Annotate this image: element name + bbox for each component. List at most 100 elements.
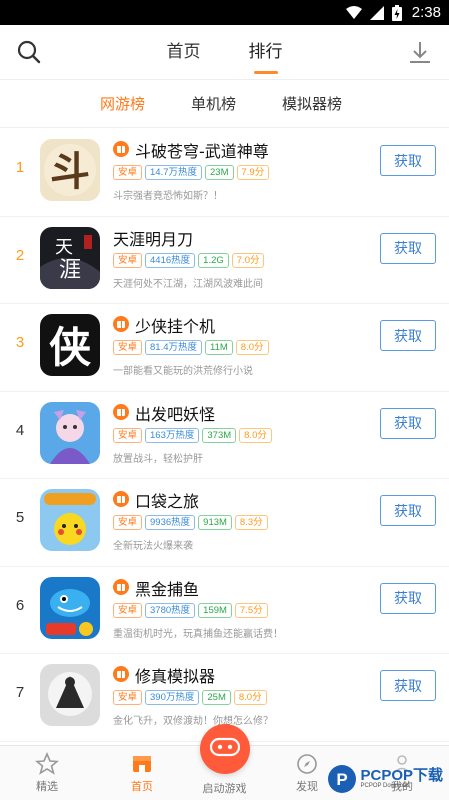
download-icon[interactable] xyxy=(407,39,433,65)
rank-number: 3 xyxy=(15,334,25,351)
xiuzhen-icon[interactable] xyxy=(40,664,100,726)
nav-featured[interactable]: 精选 xyxy=(17,751,77,794)
list-item[interactable]: 6 黑金捕鱼 安卓 3780热度 159M 7.5分 重温街机时光，玩真捕鱼还能… xyxy=(0,567,449,654)
game-title[interactable]: 斗破苍穹-武道神尊 xyxy=(135,138,269,162)
list-item[interactable]: 2 天涯 天涯明月刀 安卓 4416热度 1.2G 7.0分 天涯何处不江湖，江… xyxy=(0,217,449,304)
game-tags: 安卓 9936热度 913M 8.3分 xyxy=(113,515,268,530)
os-tag: 安卓 xyxy=(113,690,143,705)
score-tag: 7.0分 xyxy=(231,252,265,268)
game-desc: 放置战斗，轻松护肝 xyxy=(113,453,203,465)
status-time: 2:38 xyxy=(411,4,441,21)
nav-label: 发现 xyxy=(296,780,318,793)
game-desc: 重温街机时光，玩真捕鱼还能赢话费！ xyxy=(113,628,283,640)
svg-text:侠: 侠 xyxy=(49,323,92,372)
gift-icon xyxy=(113,316,129,332)
list-item[interactable]: 5 口袋之旅 安卓 9936热度 913M 8.3分 全新玩法火爆来袭 获取 xyxy=(0,479,449,567)
svg-text:天: 天 xyxy=(55,237,73,258)
compass-icon xyxy=(295,752,319,776)
signal-icon xyxy=(369,5,384,20)
get-button[interactable]: 获取 xyxy=(380,145,436,176)
xia-icon[interactable]: 侠 xyxy=(40,314,100,376)
score-tag: 8.0分 xyxy=(235,340,269,355)
nav-home[interactable]: 首页 xyxy=(112,752,172,794)
game-tags: 安卓 14.7万热度 23M 7.9分 xyxy=(113,165,270,180)
game-tags: 安卓 163万热度 373M 8.0分 xyxy=(113,427,272,443)
gift-icon xyxy=(113,666,129,682)
subtab-single[interactable]: 单机榜 xyxy=(191,93,236,114)
dou-icon[interactable]: 斗 xyxy=(40,139,100,201)
game-title[interactable]: 天涯明月刀 xyxy=(113,226,193,250)
score-tag: 8.0分 xyxy=(233,690,267,705)
game-title[interactable]: 修真模拟器 xyxy=(135,663,215,687)
get-button[interactable]: 获取 xyxy=(380,670,436,701)
top-nav: 首页 排行 xyxy=(0,25,449,80)
rank-number: 2 xyxy=(15,246,25,264)
game-desc: 金化飞升，双修渡劫！你想怎么修？ xyxy=(113,716,273,727)
size-tag: 23M xyxy=(205,165,234,180)
battery-icon xyxy=(391,4,402,21)
launch-game-button[interactable] xyxy=(199,724,250,774)
heat-tag: 163万热度 xyxy=(145,427,200,443)
rank-number: 6 xyxy=(15,596,25,614)
store-icon xyxy=(130,752,154,776)
gift-icon xyxy=(113,141,129,157)
launch-game-label: 启动游戏 xyxy=(202,782,247,795)
game-desc: 天涯何处不江湖，江湖风波难此间 xyxy=(113,278,263,290)
game-tags: 安卓 81.4万热度 11M 8.0分 xyxy=(113,340,269,355)
game-title[interactable]: 少侠挂个机 xyxy=(135,313,215,337)
gift-icon xyxy=(113,578,129,595)
list-item[interactable]: 3 侠 少侠挂个机 安卓 81.4万热度 11M 8.0分 一部能看又能玩的洪荒… xyxy=(0,304,449,392)
os-tag: 安卓 xyxy=(113,340,143,355)
rank-number: 1 xyxy=(15,159,25,176)
os-tag: 安卓 xyxy=(113,515,143,530)
game-title[interactable]: 黑金捕鱼 xyxy=(135,576,199,600)
get-button[interactable]: 获取 xyxy=(380,320,436,351)
game-tags: 安卓 390万热度 25M 8.0分 xyxy=(113,690,267,705)
get-button[interactable]: 获取 xyxy=(380,232,436,264)
gamepad-icon xyxy=(209,737,240,761)
tianya-icon[interactable]: 天涯 xyxy=(40,226,100,289)
fish-icon[interactable] xyxy=(40,576,100,639)
get-button[interactable]: 获取 xyxy=(380,495,436,526)
star-icon xyxy=(34,751,60,776)
gift-icon xyxy=(113,491,129,507)
tab-home[interactable]: 首页 xyxy=(167,25,201,80)
watermark-text: PCPOP下载 xyxy=(360,767,443,784)
score-tag: 7.9分 xyxy=(236,165,270,180)
os-tag: 安卓 xyxy=(113,602,143,618)
list-item[interactable]: 4 出发吧妖怪 安卓 163万热度 373M 8.0分 放置战斗，轻松护肝 获取 xyxy=(0,392,449,479)
size-tag: 373M xyxy=(202,427,237,443)
size-tag: 1.2G xyxy=(198,252,229,268)
game-desc: 全新玩法火爆来袭 xyxy=(113,541,193,552)
size-tag: 11M xyxy=(205,340,233,355)
ranking-list: 1 斗 斗破苍穹-武道神尊 安卓 14.7万热度 23M 7.9分 斗宗强者竟恐… xyxy=(0,129,449,742)
watermark-sub: PCPOP Download xyxy=(360,783,410,789)
rank-number: 4 xyxy=(15,421,25,439)
heat-tag: 14.7万热度 xyxy=(145,165,203,180)
rank-number: 7 xyxy=(15,684,25,701)
list-item[interactable]: 1 斗 斗破苍穹-武道神尊 安卓 14.7万热度 23M 7.9分 斗宗强者竟恐… xyxy=(0,129,449,217)
yaoguai-icon[interactable] xyxy=(40,401,100,464)
game-title[interactable]: 口袋之旅 xyxy=(135,488,199,512)
game-title[interactable]: 出发吧妖怪 xyxy=(135,401,215,425)
game-desc: 一部能看又能玩的洪荒修行小说 xyxy=(113,366,253,377)
os-tag: 安卓 xyxy=(113,165,143,180)
top-tabs: 首页 排行 xyxy=(0,25,449,80)
pcpop-logo-icon: P xyxy=(327,764,357,794)
score-tag: 8.3分 xyxy=(234,515,268,530)
subtab-emulator[interactable]: 模拟器榜 xyxy=(282,93,342,114)
score-tag: 8.0分 xyxy=(239,427,272,443)
pocket-icon[interactable] xyxy=(40,489,100,551)
get-button[interactable]: 获取 xyxy=(380,582,436,614)
game-tags: 安卓 3780热度 159M 7.5分 xyxy=(113,602,268,618)
score-tag: 7.5分 xyxy=(234,602,268,618)
heat-tag: 390万热度 xyxy=(145,690,200,705)
subtab-online[interactable]: 网游榜 xyxy=(100,93,145,114)
heat-tag: 3780热度 xyxy=(145,602,196,618)
size-tag: 25M xyxy=(202,690,231,705)
get-button[interactable]: 获取 xyxy=(380,407,436,439)
tab-ranking[interactable]: 排行 xyxy=(249,25,283,80)
os-tag: 安卓 xyxy=(113,252,143,268)
ranking-subtabs: 网游榜 单机榜 模拟器榜 xyxy=(0,80,449,128)
svg-text:斗: 斗 xyxy=(50,148,90,195)
